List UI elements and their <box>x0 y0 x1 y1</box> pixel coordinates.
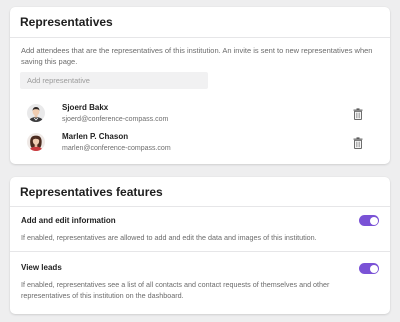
delete-icon[interactable] <box>353 137 363 149</box>
representative-email: sjoerd@conference-compass.com <box>62 116 169 123</box>
representatives-features-card: Representatives features Add and edit in… <box>10 177 390 314</box>
feature-description: If enabled, representatives are allowed … <box>21 233 317 242</box>
representatives-description: Add attendees that are the representativ… <box>21 46 373 66</box>
male-person-avatar-icon <box>27 104 45 122</box>
feature-add-edit-information: Add and edit information If enabled, rep… <box>10 207 390 251</box>
add-representative-input[interactable] <box>20 72 208 89</box>
feature-title: Add and edit information <box>21 216 116 225</box>
representatives-card: Representatives Add attendees that are t… <box>10 7 390 164</box>
representative-name: Sjoerd Bakx <box>62 103 109 112</box>
toggle-knob <box>369 264 378 273</box>
representative-row: Sjoerd Bakx sjoerd@conference-compass.co… <box>27 102 380 126</box>
divider <box>10 37 390 38</box>
view-leads-toggle[interactable] <box>359 263 379 274</box>
feature-view-leads: View leads If enabled, representatives s… <box>10 252 390 314</box>
female-person-avatar-icon <box>27 133 45 151</box>
feature-description: If enabled, representatives see a list o… <box>21 280 330 300</box>
feature-title: View leads <box>21 263 62 272</box>
avatar <box>27 133 45 151</box>
representative-email: marlen@conference-compass.com <box>62 145 171 152</box>
representative-row: Marlen P. Chason marlen@conference-compa… <box>27 131 380 155</box>
delete-icon[interactable] <box>353 108 363 120</box>
toggle-knob <box>369 216 378 225</box>
representative-name: Marlen P. Chason <box>62 132 129 141</box>
representatives-title: Representatives <box>20 15 113 29</box>
add-edit-information-toggle[interactable] <box>359 215 379 226</box>
features-title: Representatives features <box>20 185 163 199</box>
avatar <box>27 104 45 122</box>
